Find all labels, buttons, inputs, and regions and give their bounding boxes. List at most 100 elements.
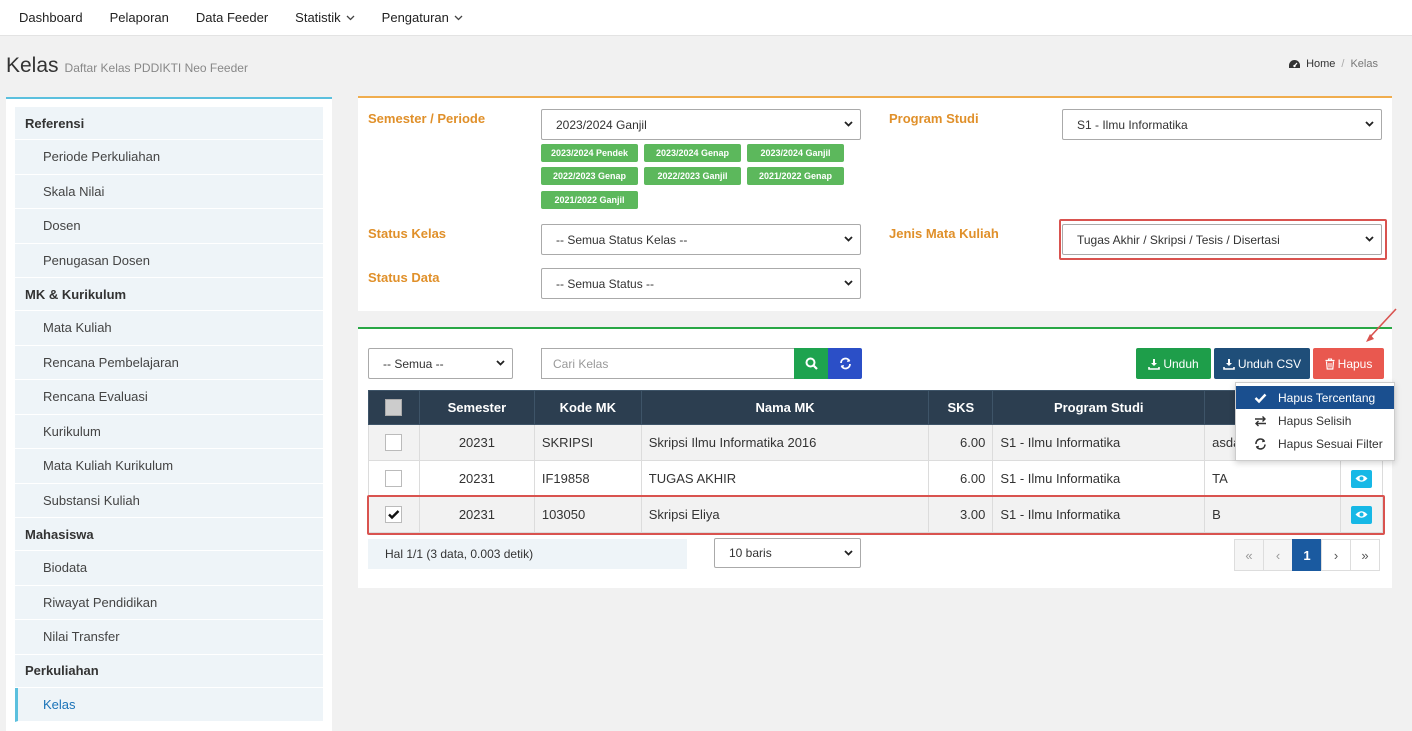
sidebar-group-perkuliahan: Perkuliahan [15,654,323,688]
nama-mk-cell: Skripsi Ilmu Informatika 2016 [640,424,930,461]
chevron-down-icon [844,550,853,556]
column-header[interactable]: SKS [928,390,994,425]
semester-chip[interactable]: 2022/2023 Ganjil [644,167,741,185]
sidebar-item-rencana-evaluasi[interactable]: Rencana Evaluasi [15,380,323,415]
menu-item-hapus-selisih[interactable]: Hapus Selisih [1236,409,1394,432]
sidebar-group-mk-kurikulum: MK & Kurikulum [15,278,323,311]
search-input[interactable]: Cari Kelas [541,348,794,379]
rows-per-page-select[interactable]: 10 baris [714,538,861,568]
sidebar: Referensi Periode Perkuliahan Skala Nila… [6,97,332,731]
sidebar-item-periode-perkuliahan[interactable]: Periode Perkuliahan [15,140,323,175]
search-icon [805,357,818,370]
sidebar-item-dosen[interactable]: Dosen [15,209,323,244]
row-highlight-box [367,495,1385,535]
prodi-cell: S1 - Ilmu Informatika [992,460,1206,497]
status-data-label: Status Data [368,270,440,285]
semester-chip[interactable]: 2021/2022 Ganjil [541,191,638,209]
search-button[interactable] [794,348,828,379]
sidebar-item-nilai-transfer[interactable]: Nilai Transfer [15,620,323,655]
column-header[interactable]: Kode MK [533,390,642,425]
nav-pelaporan[interactable]: Pelaporan [110,10,169,25]
view-button[interactable] [1350,469,1372,488]
sidebar-item-kelas[interactable]: Kelas [15,687,323,722]
menu-item-hapus-sesuai-filter[interactable]: Hapus Sesuai Filter [1236,432,1394,455]
nav-statistik[interactable]: Statistik [295,10,355,25]
sks-cell: 6.00 [928,424,994,461]
check-icon [1254,393,1267,403]
breadcrumb: Home / Kelas [1288,58,1378,70]
semester-chip[interactable]: 2023/2024 Pendek [541,144,638,162]
hapus-dropdown-menu: Hapus Tercentang Hapus Selisih Hapus Ses… [1235,382,1395,461]
trash-icon [1325,357,1335,370]
status-kelas-label: Status Kelas [368,226,447,241]
table-row: 20231 IF19858 TUGAS AKHIR 6.00 S1 - Ilmu… [368,460,1384,497]
page-prev-button[interactable]: ‹ [1263,539,1293,571]
prodi-label: Program Studi [889,111,979,126]
prodi-select[interactable]: S1 - Ilmu Informatika [1062,109,1382,140]
sidebar-item-skala-nilai[interactable]: Skala Nilai [15,174,323,209]
sidebar-item-riwayat-pendidikan[interactable]: Riwayat Pendidikan [15,585,323,620]
page-number-button[interactable]: 1 [1292,539,1322,571]
top-navbar: Dashboard Pelaporan Data Feeder Statisti… [0,0,1412,36]
page-first-button[interactable]: « [1234,539,1264,571]
chevron-down-icon [844,121,853,127]
jenis-mk-select[interactable]: Tugas Akhir / Skripsi / Tesis / Disertas… [1062,224,1382,255]
sidebar-item-mata-kuliah[interactable]: Mata Kuliah [15,311,323,346]
status-data-select[interactable]: -- Semua Status -- [541,268,861,299]
kode-mk-cell: SKRIPSI [533,424,642,461]
sidebar-item-biodata[interactable]: Biodata [15,551,323,586]
sks-cell: 6.00 [928,460,994,497]
select-all-checkbox[interactable] [385,399,403,417]
dashboard-icon [1289,59,1301,68]
sidebar-item-rencana-pembelajaran[interactable]: Rencana Pembelajaran [15,345,323,380]
semester-chip[interactable]: 2023/2024 Ganjil [747,144,844,162]
row-checkbox[interactable] [385,434,403,452]
semester-chip[interactable]: 2023/2024 Genap [644,144,741,162]
menu-item-hapus-tercentang[interactable]: Hapus Tercentang [1236,386,1394,409]
refresh-button[interactable] [828,348,862,379]
swap-icon [1255,415,1266,426]
chevron-down-icon [844,280,853,286]
jenis-mk-label: Jenis Mata Kuliah [889,226,999,241]
nav-pengaturan[interactable]: Pengaturan [382,10,463,25]
sidebar-item-kurikulum[interactable]: Kurikulum [15,414,323,449]
unduh-button[interactable]: Unduh [1136,348,1211,379]
hapus-button[interactable]: Hapus [1313,348,1384,379]
semester-chip[interactable]: 2021/2022 Genap [747,167,844,185]
semester-select[interactable]: 2023/2024 Ganjil [541,109,861,140]
page-last-button[interactable]: » [1350,539,1380,571]
table-status: Hal 1/1 (3 data, 0.003 detik) [368,539,687,569]
unduh-csv-button[interactable]: Unduh CSV [1214,348,1310,379]
breadcrumb-home[interactable]: Home [1306,58,1335,70]
chevron-down-icon [844,236,853,242]
sidebar-item-substansi-kuliah[interactable]: Substansi Kuliah [15,483,323,518]
nav-dashboard[interactable]: Dashboard [19,10,83,25]
breadcrumb-current: Kelas [1350,58,1378,70]
chevron-down-icon [1365,121,1374,127]
annotation-arrow-icon [1366,308,1397,342]
chevron-down-icon [454,15,463,20]
semester-chip[interactable]: 2022/2023 Genap [541,167,638,185]
row-checkbox[interactable] [385,470,403,488]
chevron-down-icon [496,360,505,366]
scope-select[interactable]: -- Semua -- [368,348,513,379]
page-subtitle: Daftar Kelas PDDIKTI Neo Feeder [64,61,248,75]
table-row: 20231 SKRIPSI Skripsi Ilmu Informatika 2… [368,424,1384,461]
eye-icon [1355,475,1368,482]
page-next-button[interactable]: › [1321,539,1351,571]
breadcrumb-separator: / [1341,58,1345,70]
sidebar-item-mata-kuliah-kurikulum[interactable]: Mata Kuliah Kurikulum [15,449,323,484]
chevron-down-icon [1365,236,1374,242]
column-header[interactable]: Semester [418,390,535,425]
sidebar-item-penugasan-dosen[interactable]: Penugasan Dosen [15,243,323,278]
sidebar-group-mahasiswa: Mahasiswa [15,518,323,551]
table-header-row: Semester Kode MK Nama MK SKS Program Stu… [368,390,1384,425]
select-all-cell [368,390,420,425]
status-kelas-select[interactable]: -- Semua Status Kelas -- [541,224,861,255]
nav-data-feeder[interactable]: Data Feeder [196,10,268,25]
column-header[interactable]: Program Studi [992,390,1206,425]
column-header[interactable]: Nama MK [640,390,930,425]
semester-label: Semester / Periode [368,111,486,126]
kode-mk-cell: IF19858 [533,460,642,497]
download-icon [1148,358,1161,370]
